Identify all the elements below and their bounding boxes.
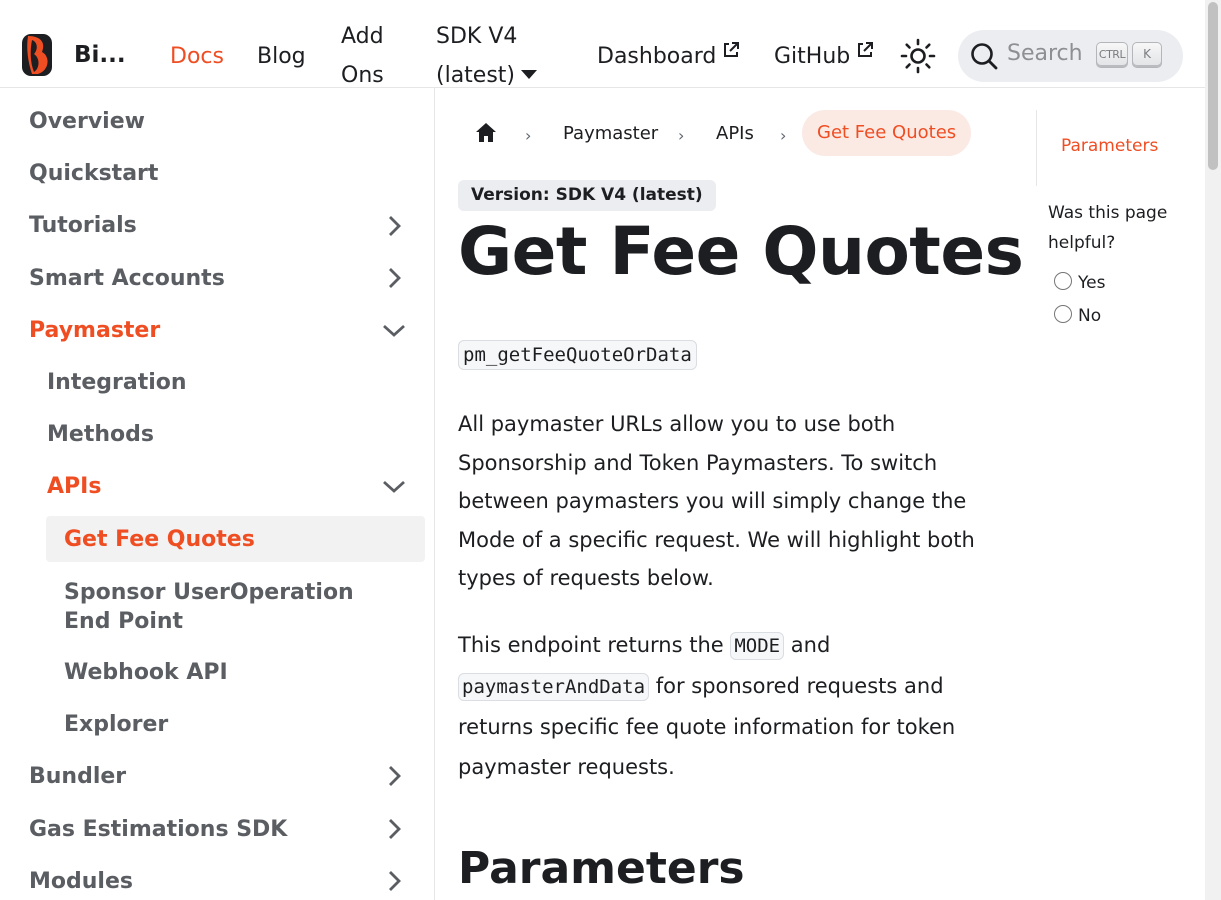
intro-paragraph: All paymaster URLs allow you to use both… [458,412,975,590]
parameters-heading: Parameters [458,843,745,894]
search-placeholder: Search [1007,41,1083,66]
nav-dashboard-label: Dashboard [597,44,717,69]
docs-sidebar: Overview Quickstart Tutorials Smart Acco… [0,88,435,900]
sidebar-item-apis[interactable]: APIs [47,473,101,501]
sidebar-item-explorer[interactable]: Explorer [64,711,168,739]
navbar: Bi... Docs Blog Add Ons SDK V4 (latest) … [0,0,1205,88]
breadcrumb-current: Get Fee Quotes [802,110,972,156]
shortcut-ctrl-key: CTRL [1096,42,1128,68]
theme-toggle-sun-icon[interactable] [899,37,937,75]
home-icon[interactable] [475,122,497,144]
sidebar-item-paymaster[interactable]: Paymaster [29,317,160,345]
nav-github-link[interactable]: GitHub [774,37,874,76]
chevron-right-icon[interactable] [382,869,406,893]
shortcut-k-key: K [1132,42,1162,68]
version-dropdown-label: SDK V4 (latest) [436,24,518,88]
nav-docs-link[interactable]: Docs [170,37,224,76]
chevron-right-icon[interactable] [382,214,406,238]
chevron-down-icon[interactable] [382,474,406,498]
external-link-icon [724,42,740,57]
breadcrumb-apis[interactable]: APIs [716,123,754,144]
feedback-no-label: No [1078,306,1102,326]
chevron-down-icon[interactable] [382,318,406,342]
sidebar-item-smart-accounts[interactable]: Smart Accounts [29,265,225,293]
sidebar-item-integration[interactable]: Integration [47,369,187,397]
sidebar-item-sponsor-useroperation[interactable]: Sponsor UserOperation End Point [64,578,394,636]
search-icon [971,43,998,70]
sidebar-item-gas-estimations-sdk[interactable]: Gas Estimations SDK [29,816,287,844]
mode-code: MODE [730,632,785,660]
sidebar-item-overview[interactable]: Overview [29,108,145,136]
nav-github-label: GitHub [774,44,851,69]
paragraph-text: This endpoint returns the [458,633,731,657]
toc-divider [1036,110,1037,186]
sidebar-item-webhook-api[interactable]: Webhook API [64,659,228,687]
breadcrumb-separator-icon: › [525,126,532,145]
external-link-icon [858,42,874,57]
toc-link-parameters[interactable]: Parameters [1061,136,1158,156]
breadcrumb-separator-icon: › [678,126,685,145]
sidebar-item-get-fee-quotes[interactable]: Get Fee Quotes [64,526,255,554]
scrollbar-thumb[interactable] [1208,2,1218,170]
search-button[interactable]: Search CTRL K [958,30,1183,82]
sidebar-item-modules[interactable]: Modules [29,868,133,896]
sidebar-item-quickstart[interactable]: Quickstart [29,160,158,188]
biconomy-logo[interactable] [22,32,54,78]
page-title: Get Fee Quotes [458,213,1024,290]
feedback-question: Was this page helpful? [1048,203,1168,253]
paragraph-text: and [784,633,831,657]
chevron-right-icon[interactable] [382,817,406,841]
sidebar-item-tutorials[interactable]: Tutorials [29,212,137,240]
feedback-yes-option[interactable]: Yes [1054,272,1105,293]
version-badge: Version: SDK V4 (latest) [458,180,716,211]
breadcrumb-paymaster[interactable]: Paymaster [563,123,658,144]
radio-yes[interactable] [1054,272,1072,290]
page-scrollbar[interactable] [1205,0,1221,900]
chevron-right-icon[interactable] [382,764,406,788]
sidebar-item-methods[interactable]: Methods [47,421,154,449]
feedback-no-option[interactable]: No [1054,305,1101,326]
chevron-right-icon[interactable] [382,266,406,290]
brand-title[interactable]: Bi... [74,42,126,68]
feedback-yes-label: Yes [1078,273,1106,293]
version-dropdown[interactable]: SDK V4 (latest) [436,17,556,95]
method-name-code: pm_getFeeQuoteOrData [458,340,697,370]
sidebar-item-bundler[interactable]: Bundler [29,763,126,791]
paymaster-and-data-code: paymasterAndData [458,673,650,701]
radio-no[interactable] [1054,305,1072,323]
endpoint-description-paragraph: This endpoint returns the MODE and payma… [458,625,998,787]
caret-down-icon [521,70,538,79]
nav-blog-link[interactable]: Blog [257,37,306,76]
nav-addons-link[interactable]: Add Ons [341,17,401,95]
nav-dashboard-link[interactable]: Dashboard [597,37,740,76]
breadcrumb-separator-icon: › [780,126,787,145]
